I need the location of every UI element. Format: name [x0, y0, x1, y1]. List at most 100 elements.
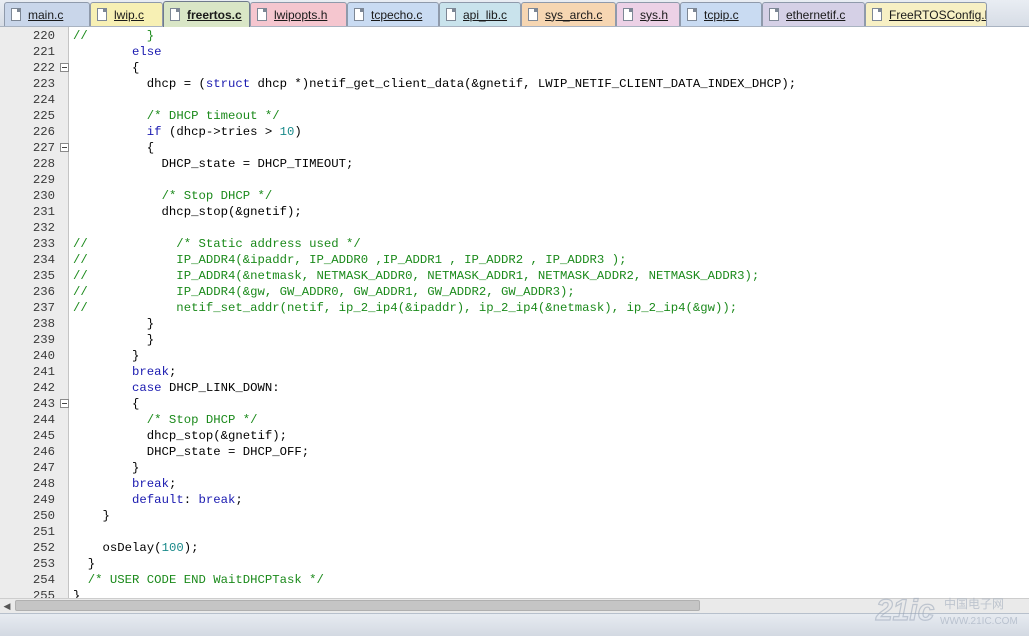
tab-label: main.c — [28, 7, 64, 22]
code-text: /* Stop DHCP */ — [146, 413, 258, 427]
code-line[interactable]: 241 break; — [0, 364, 1029, 380]
code-line[interactable]: 245 dhcp_stop(&gnetif); — [0, 428, 1029, 444]
line-number: 243 — [32, 397, 55, 411]
line-number: 254 — [32, 573, 55, 587]
line-number: 227 — [32, 141, 55, 155]
line-number: 239 — [32, 333, 55, 347]
fold-collapse-icon[interactable] — [60, 399, 69, 408]
code-line[interactable]: 239 } — [0, 332, 1029, 348]
code-line[interactable]: 253 } — [0, 556, 1029, 572]
code-text: osDelay(100); — [73, 541, 199, 555]
code-line[interactable]: 224 — [0, 92, 1029, 108]
code-line[interactable]: 240 } — [0, 348, 1029, 364]
code-line[interactable]: 231 dhcp_stop(&gnetif); — [0, 204, 1029, 220]
code-text: // /* Static address used */ — [73, 237, 361, 251]
tab-freertosconfig-h[interactable]: FreeRTOSConfig.h — [865, 2, 987, 26]
line-number: 225 — [32, 109, 55, 123]
code-line[interactable]: 234 // IP_ADDR4(&ipaddr, IP_ADDR0 ,IP_ADD… — [0, 252, 1029, 268]
tab-label: ethernetif.c — [786, 7, 846, 22]
tab-sys-h[interactable]: sys.h — [616, 2, 680, 26]
tab-freertos-c[interactable]: freertos.c — [163, 1, 250, 27]
tab-ethernetif-c[interactable]: ethernetif.c — [762, 2, 865, 26]
tab-label: tcpecho.c — [371, 7, 423, 22]
code-text: else — [132, 45, 162, 59]
tab-api-lib-c[interactable]: api_lib.c — [439, 2, 521, 26]
code-line[interactable]: 254 /* USER CODE END WaitDHCPTask */ — [0, 572, 1029, 588]
code-line[interactable]: 222 { — [0, 60, 1029, 76]
code-line[interactable]: 221 else — [0, 44, 1029, 60]
code-line[interactable]: 233 // /* Static address used */ — [0, 236, 1029, 252]
code-text: { — [73, 141, 155, 155]
tab-main-c[interactable]: main.c — [4, 2, 90, 26]
code-line[interactable]: 228 DHCP_state = DHCP_TIMEOUT; — [0, 156, 1029, 172]
horizontal-scrollbar[interactable]: ◀ — [0, 598, 1029, 613]
line-number: 248 — [32, 477, 55, 491]
line-number: 250 — [32, 509, 55, 523]
code-line[interactable]: 242 case DHCP_LINK_DOWN: — [0, 380, 1029, 396]
tab-label: lwip.c — [114, 7, 145, 22]
editor-tab-bar: main.c lwip.c freertos.c lwipopts.h tcpecho.… — [0, 0, 1029, 27]
line-number: 245 — [32, 429, 55, 443]
line-number: 242 — [32, 381, 55, 395]
code-text: DHCP_state = DHCP_OFF; — [73, 445, 310, 459]
line-number: 222 — [32, 61, 55, 75]
tab-label: lwipopts.h — [274, 7, 328, 22]
code-line[interactable]: 255} — [0, 588, 1029, 598]
scroll-left-arrow-icon[interactable]: ◀ — [0, 599, 14, 613]
code-line[interactable]: 237 // netif_set_addr(netif, ip_2_ip4(&ip… — [0, 300, 1029, 316]
code-line[interactable]: 236 // IP_ADDR4(&gw, GW_ADDR0, GW_ADDR1, … — [0, 284, 1029, 300]
file-icon — [257, 8, 267, 21]
code-line[interactable]: 225 /* DHCP timeout */ — [0, 108, 1029, 124]
fold-collapse-icon[interactable] — [60, 143, 69, 152]
file-icon — [97, 8, 107, 21]
code-text: // IP_ADDR4(&gw, GW_ADDR0, GW_ADDR1, GW_… — [73, 285, 575, 299]
tab-tcpecho-c[interactable]: tcpecho.c — [347, 2, 439, 26]
code-line[interactable]: 226 if (dhcp->tries > 10) — [0, 124, 1029, 140]
code-line[interactable]: 250 } — [0, 508, 1029, 524]
code-line[interactable]: 246 DHCP_state = DHCP_OFF; — [0, 444, 1029, 460]
code-text: } — [73, 461, 140, 475]
line-number: 224 — [32, 93, 55, 107]
code-line[interactable]: 243 { — [0, 396, 1029, 412]
tab-label: sys.h — [640, 7, 669, 22]
status-bar — [0, 613, 1029, 636]
code-line[interactable]: 230 /* Stop DHCP */ — [0, 188, 1029, 204]
file-icon — [446, 8, 456, 21]
code-text: // IP_ADDR4(&ipaddr, IP_ADDR0 ,IP_ADDR1 … — [73, 253, 627, 267]
code-line[interactable]: 232 — [0, 220, 1029, 236]
line-number: 235 — [32, 269, 55, 283]
tab-label: sys_arch.c — [545, 7, 603, 22]
horizontal-scroll-thumb[interactable] — [15, 600, 700, 611]
code-editor[interactable]: 220// } 221 else 222 {223 dhcp = (struct d… — [0, 27, 1029, 598]
code-text: /* Stop DHCP */ — [161, 189, 273, 203]
code-line[interactable]: 220 // } — [0, 28, 1029, 44]
line-number: 233 — [32, 237, 55, 251]
tab-lwip-c[interactable]: lwip.c — [90, 2, 163, 26]
code-line[interactable]: 249 default: break; — [0, 492, 1029, 508]
code-line[interactable]: 244 /* Stop DHCP */ — [0, 412, 1029, 428]
file-icon — [623, 8, 633, 21]
file-icon — [687, 8, 697, 21]
code-text: } — [73, 349, 140, 363]
code-text: } — [73, 509, 110, 523]
tab-lwipopts-h[interactable]: lwipopts.h — [250, 2, 347, 26]
code-line[interactable]: 251 — [0, 524, 1029, 540]
tab-sys-arch-c[interactable]: sys_arch.c — [521, 2, 616, 26]
code-text: /* USER CODE END WaitDHCPTask */ — [87, 573, 324, 587]
code-line[interactable]: 235 // IP_ADDR4(&netmask, NETMASK_ADDR0, … — [0, 268, 1029, 284]
code-line[interactable]: 223 dhcp = (struct dhcp *)netif_get_clie… — [0, 76, 1029, 92]
fold-collapse-icon[interactable] — [60, 63, 69, 72]
code-line[interactable]: 247 } — [0, 460, 1029, 476]
tab-label: tcpip.c — [704, 7, 739, 22]
code-text: } — [73, 333, 155, 347]
code-line[interactable]: 248 break; — [0, 476, 1029, 492]
file-icon — [170, 8, 180, 21]
code-line[interactable]: 238 } — [0, 316, 1029, 332]
code-line[interactable]: 227 { — [0, 140, 1029, 156]
line-number: 228 — [32, 157, 55, 171]
line-number: 232 — [32, 221, 55, 235]
code-line[interactable]: 229 — [0, 172, 1029, 188]
code-line[interactable]: 252 osDelay(100); — [0, 540, 1029, 556]
line-number: 251 — [32, 525, 55, 539]
tab-tcpip-c[interactable]: tcpip.c — [680, 2, 762, 26]
